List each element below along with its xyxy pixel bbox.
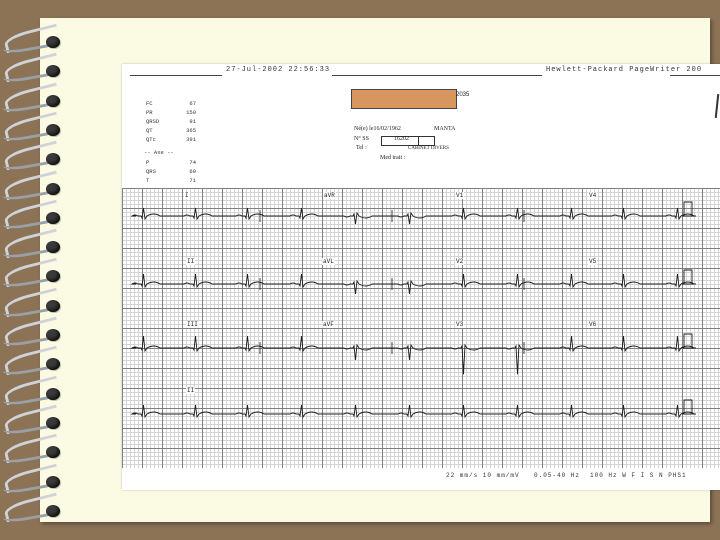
spiral-ring [0, 375, 66, 407]
tel-label: Tel : [356, 145, 367, 151]
lead-label-v6: V6 [588, 321, 598, 328]
spiral-ring [0, 140, 66, 173]
lead-label-v2: V2 [455, 258, 465, 265]
lead-label-i: I [184, 192, 190, 199]
redacted-patient-name [351, 89, 457, 109]
ecg-traces [130, 201, 696, 419]
spiral-ring [0, 433, 66, 466]
ecg-trace-row [130, 399, 696, 419]
spiral-ring [0, 82, 66, 114]
handwritten-mark [714, 93, 720, 119]
axis-p: P 74 [146, 159, 196, 166]
footer-settings: 100 Hz W F I S N PHS1 [590, 472, 687, 479]
lead-label-ii: II [186, 258, 196, 265]
spiral-ring [0, 287, 66, 319]
spiral-ring [0, 345, 66, 378]
lead-label-v4: V4 [588, 192, 598, 199]
notebook-page: 27-Jul-2002 22:56:33 Hewlett-Packard Pag… [1, 18, 720, 525]
lead-label-v1: V1 [455, 192, 465, 199]
recording-datetime: 27-Jul-2002 22:56:33 [226, 66, 331, 74]
axis-t: T 71 [146, 177, 196, 184]
patient-birthdate: Né(e) le16/02/1962 [354, 126, 401, 132]
spiral-ring [0, 170, 66, 202]
spiral-ring [0, 463, 66, 495]
spiral-ring [0, 23, 66, 56]
spiral-ring [0, 316, 66, 349]
measurement-qtc: QTc 391 [146, 136, 196, 143]
lead-label-avr: aVR [323, 192, 336, 199]
spiral-ring [0, 404, 66, 437]
ss-value: 16202 [394, 136, 409, 142]
patient-id-suffix: 2035 [456, 92, 470, 98]
measurement-qrsd: QRSD 91 [146, 118, 196, 125]
med-label: Med trait : [380, 155, 406, 161]
device-name: Hewlett-Packard PageWriter 200 [546, 66, 703, 74]
axis-qrs: QRS 69 [146, 168, 196, 175]
header-rule-right [670, 75, 720, 76]
spiral-ring [0, 228, 66, 261]
header-rule-left [130, 75, 222, 76]
ecg-trace-row [130, 201, 696, 225]
ecg-trace-row [130, 333, 696, 375]
lead-label-rhythm-ii: II [186, 387, 196, 394]
lead-label-avf: aVF [322, 321, 335, 328]
ecg-footer: 22 mm/s 10 mm/mV 0.05-40 Hz 100 Hz W F I… [122, 472, 720, 488]
ecg-printout: 27-Jul-2002 22:56:33 Hewlett-Packard Pag… [122, 64, 720, 490]
spiral-ring [0, 199, 66, 232]
measurement-pr: PR 150 [146, 109, 196, 116]
ecg-trace-row [130, 269, 696, 295]
patient-sex: MANTA [434, 126, 456, 132]
lead-label-v3: V3 [455, 321, 465, 328]
measurement-fc: FC 67 [146, 100, 196, 107]
spiral-ring [0, 111, 66, 144]
footer-speed-gain: 22 mm/s 10 mm/mV [446, 472, 520, 479]
lead-label-iii: III [186, 321, 199, 328]
spiral-ring [0, 52, 66, 85]
footer-filter: 0.05-40 Hz [534, 472, 581, 479]
axes-title: -- Axe -- [144, 149, 174, 156]
ss-label: N° SS [354, 136, 369, 142]
lead-label-v5: V5 [588, 258, 598, 265]
spiral-ring [0, 257, 66, 290]
header-rule-mid [332, 75, 542, 76]
measurement-qt: QT 365 [146, 127, 196, 134]
spiral-ring [0, 492, 66, 525]
lead-label-avl: aVL [322, 258, 335, 265]
service-name: CABINET DIVERS [408, 146, 449, 151]
